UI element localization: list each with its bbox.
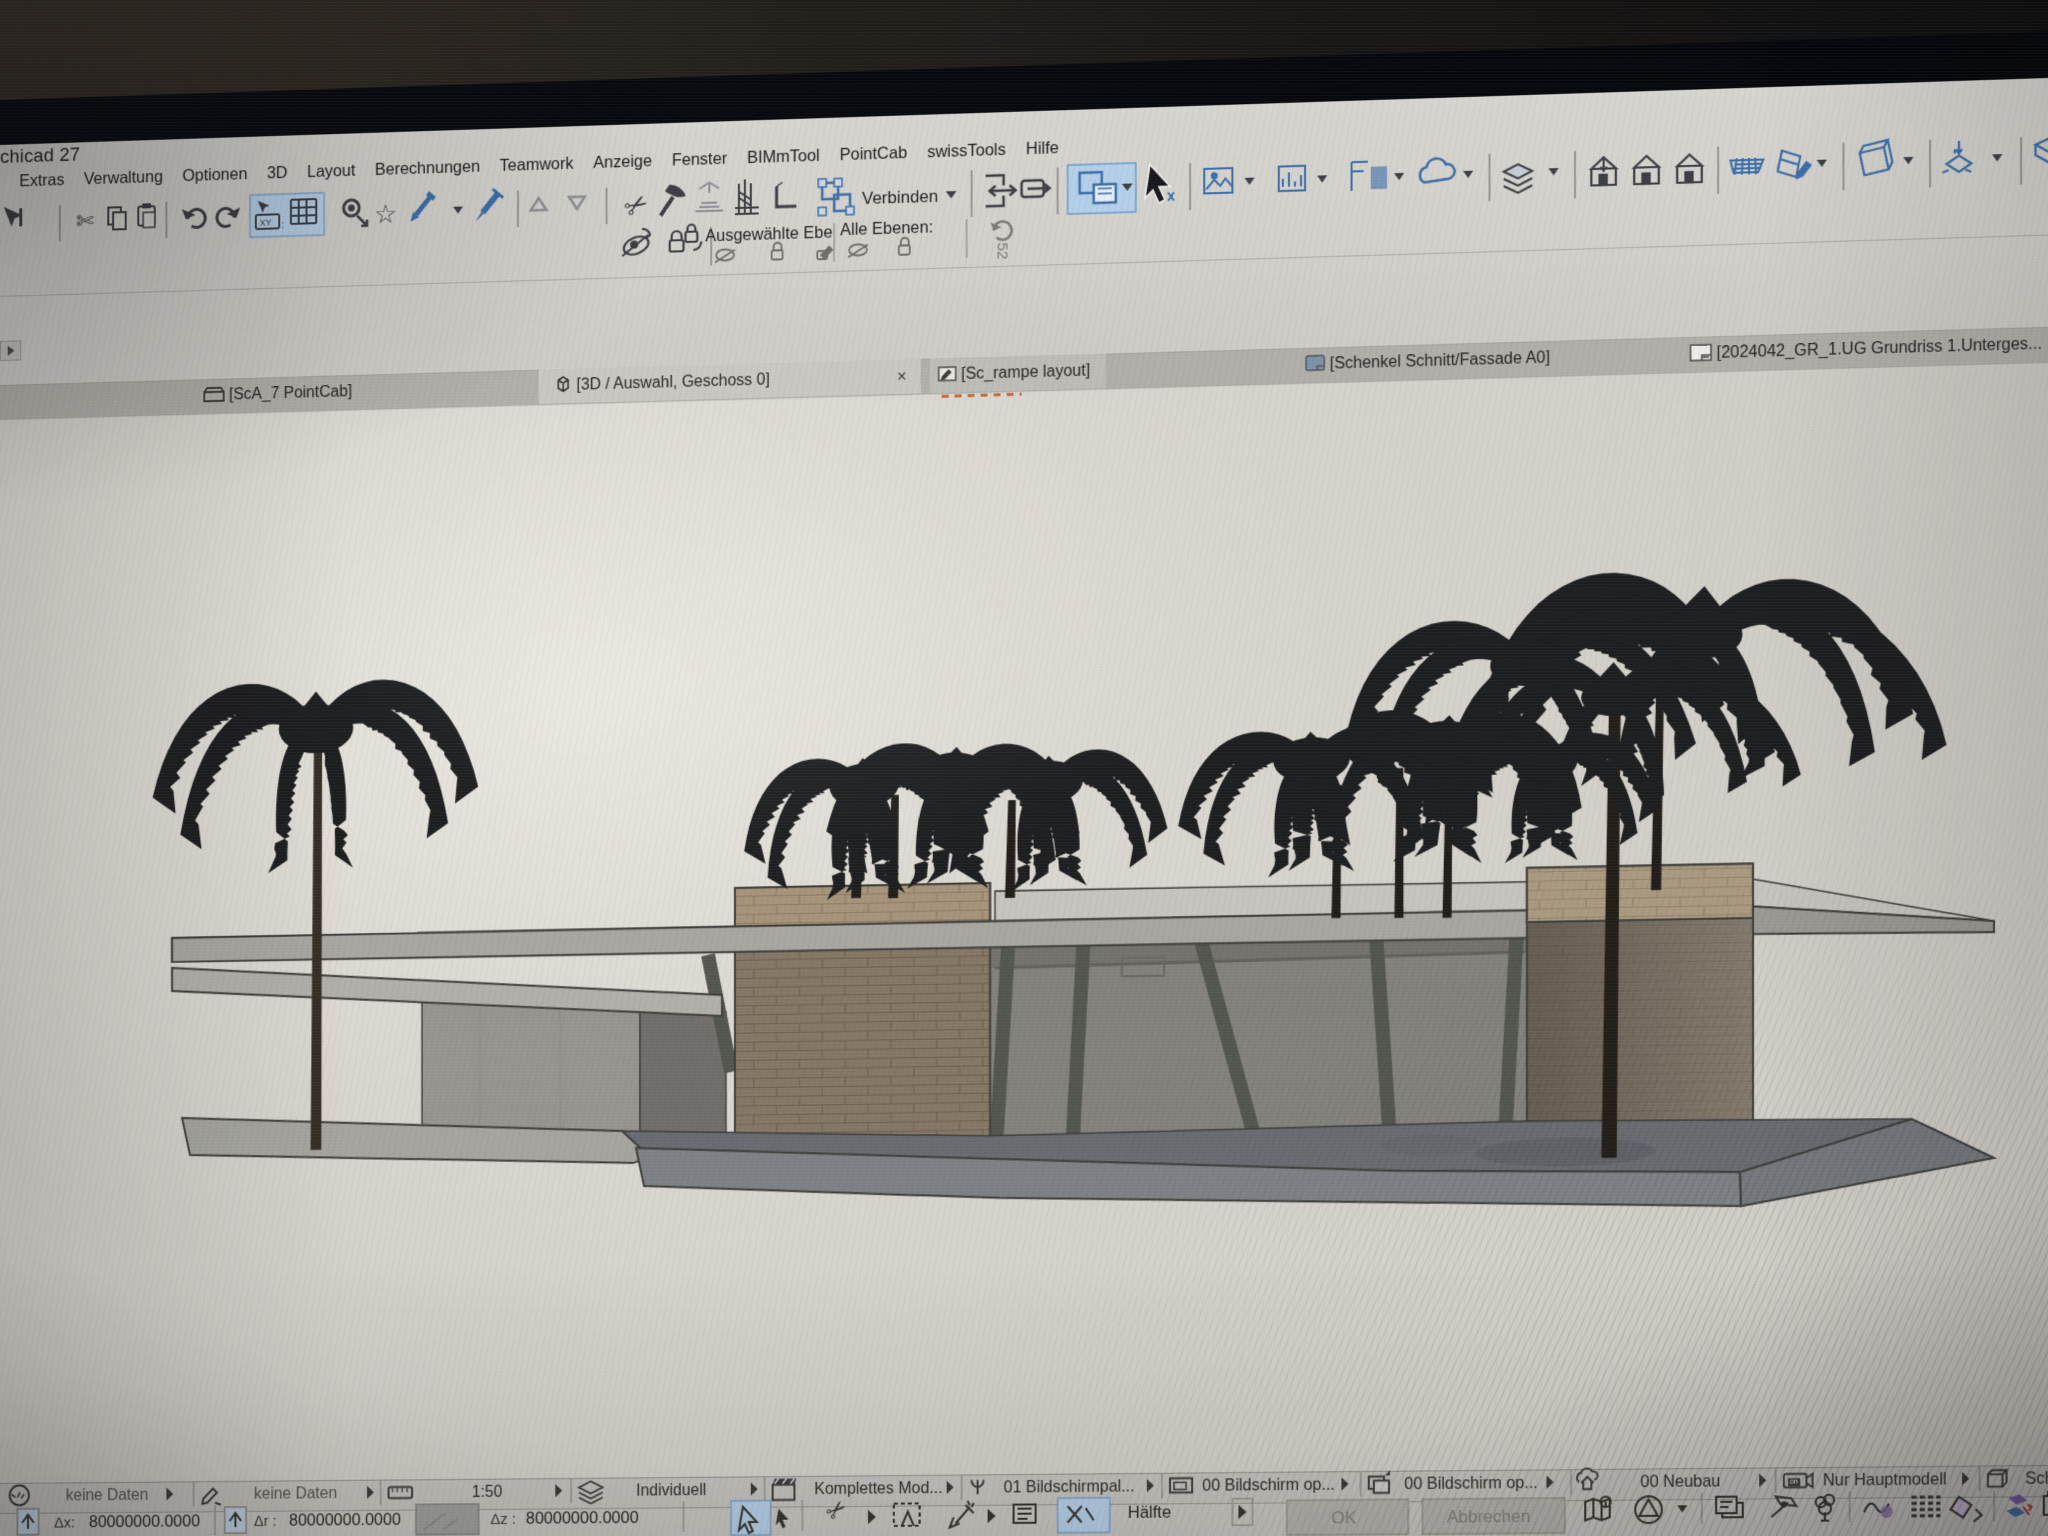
svg-text:Hälfte: Hälfte xyxy=(1128,1503,1171,1522)
svg-text:Δr :: Δr : xyxy=(254,1514,277,1531)
svg-text:✂: ✂ xyxy=(820,1493,852,1527)
svg-text:Δz :: Δz : xyxy=(490,1512,515,1529)
svg-text:80000000.0000: 80000000.0000 xyxy=(526,1508,639,1527)
svg-text:OK: OK xyxy=(1331,1508,1356,1528)
svg-text:Abbrechen: Abbrechen xyxy=(1447,1506,1531,1527)
svg-text:80000000.0000: 80000000.0000 xyxy=(89,1512,200,1531)
svg-text:Δx:: Δx: xyxy=(54,1515,75,1531)
svg-text:on: on xyxy=(1790,1479,1798,1486)
svg-text:80000000.0000: 80000000.0000 xyxy=(289,1510,401,1529)
